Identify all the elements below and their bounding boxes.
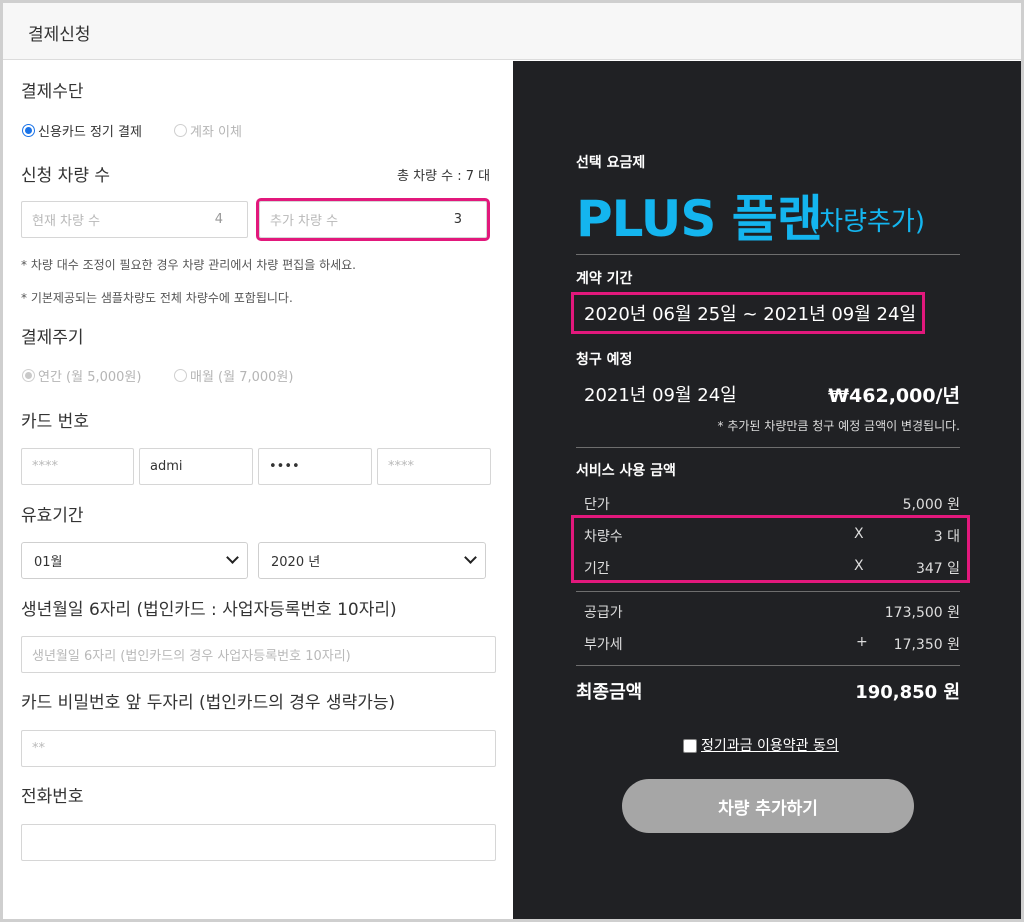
expiry-month-select[interactable]: 01월 <box>21 542 248 579</box>
billing-amount: ₩462,000/년 <box>828 385 960 407</box>
unit-price-label: 단가 <box>584 497 610 513</box>
radio-monthly[interactable]: 매월 (월 7,000원) <box>174 366 293 385</box>
summary-panel: 선택 요금제 PLUS 플랜 (차량추가) 계약 기간 2020년 06월 25… <box>513 61 1021 919</box>
usage-label: 서비스 사용 금액 <box>576 463 676 479</box>
chevron-down-icon <box>226 551 239 564</box>
card-number-field-1[interactable]: **** <box>21 448 134 485</box>
plan-label: 선택 요금제 <box>576 155 646 171</box>
total-label: 최종금액 <box>576 682 643 703</box>
billing-date: 2021년 09월 24일 <box>584 385 737 406</box>
vehicle-count-title: 신청 차량 수 <box>21 166 111 186</box>
billing-label: 청구 예정 <box>576 352 633 368</box>
radio-annual[interactable]: 연간 (월 5,000원) <box>22 366 141 385</box>
card-number-field-2[interactable]: admi <box>139 448 253 485</box>
birth-placeholder: 생년월일 6자리 (법인카드의 경우 사업자등록번호 10자리) <box>32 649 351 664</box>
birth-title: 생년월일 6자리 (법인카드 : 사업자등록번호 10자리) <box>21 600 397 620</box>
current-vehicle-field[interactable]: 현재 차량 수 4 <box>21 201 248 238</box>
radio-selected-icon <box>22 369 35 382</box>
unit-price-value: 5,000 원 <box>902 497 960 513</box>
vat-value: 17,350 원 <box>893 637 960 653</box>
phone-field[interactable] <box>21 824 496 861</box>
current-vehicle-placeholder: 현재 차량 수 <box>32 214 101 229</box>
supply-price-label: 공급가 <box>584 605 623 621</box>
added-vehicle-value: 3 <box>453 212 462 227</box>
radio-credit-card[interactable]: 신용카드 정기 결제 <box>22 121 142 140</box>
plan-name: PLUS 플랜 <box>576 190 823 248</box>
current-vehicle-value: 4 <box>214 212 223 227</box>
expiry-month-value: 01월 <box>34 555 63 570</box>
expiry-year-select[interactable]: 2020 년 <box>258 542 486 579</box>
agree-terms-link[interactable]: 정기과금 이용약관 동의 <box>701 735 839 755</box>
radio-unselected-icon <box>174 369 187 382</box>
divider <box>576 447 960 448</box>
duration-value: 347 일 <box>915 561 960 577</box>
radio-credit-card-label: 신용카드 정기 결제 <box>38 125 142 140</box>
billing-cycle-title: 결제주기 <box>21 328 84 348</box>
payment-form: 결제수단 신용카드 정기 결제 계좌 이체 신청 차량 수 총 차량 수 : 7… <box>3 61 513 919</box>
radio-monthly-label: 매월 (월 7,000원) <box>190 370 294 385</box>
vehicle-note-2: * 기본제공되는 샘플차량도 전체 차량수에 포함됩니다. <box>21 291 293 305</box>
agree-checkbox[interactable] <box>683 739 697 753</box>
total-value: 190,850 원 <box>855 682 960 703</box>
supply-price-value: 173,500 원 <box>884 605 960 621</box>
page-title: 결제신청 <box>28 25 91 45</box>
password-field[interactable]: ** <box>21 730 496 767</box>
radio-bank-transfer[interactable]: 계좌 이체 <box>174 121 242 140</box>
card-number-field-3[interactable]: •••• <box>258 448 372 485</box>
added-vehicle-placeholder: 추가 차량 수 <box>270 214 339 229</box>
expiry-title: 유효기간 <box>21 506 84 526</box>
birth-field[interactable]: 생년월일 6자리 (법인카드의 경우 사업자등록번호 10자리) <box>21 636 496 673</box>
radio-bank-transfer-label: 계좌 이체 <box>190 125 242 140</box>
vehicle-note-1: * 차량 대수 조정이 필요한 경우 차량 관리에서 차량 편집을 하세요. <box>21 258 357 272</box>
contract-period: 2020년 06월 25일 ~ 2021년 09월 24일 <box>571 292 925 334</box>
divider <box>576 254 960 255</box>
chevron-down-icon <box>464 551 477 564</box>
password-title: 카드 비밀번호 앞 두자리 (법인카드의 경우 생략가능) <box>21 693 396 713</box>
payment-method-title: 결제수단 <box>21 82 84 102</box>
plan-subtitle: (차량추가) <box>809 207 925 237</box>
radio-selected-icon <box>22 124 35 137</box>
divider <box>576 665 960 666</box>
password-placeholder: ** <box>32 741 45 756</box>
add-vehicle-button[interactable]: 차량 추가하기 <box>622 779 914 833</box>
vehicle-count-label: 차량수 <box>584 529 623 545</box>
vat-label: 부가세 <box>584 637 623 653</box>
billing-note: * 추가된 차량만큼 청구 예정 금액이 변경됩니다. <box>717 419 960 433</box>
added-vehicle-field[interactable]: 추가 차량 수 3 <box>256 198 490 241</box>
card-number-title: 카드 번호 <box>21 412 89 432</box>
card-number-field-4[interactable]: **** <box>377 448 491 485</box>
divider <box>576 591 960 592</box>
vehicle-count-value: 3 대 <box>933 529 960 545</box>
radio-annual-label: 연간 (월 5,000원) <box>38 370 142 385</box>
header-bar: 결제신청 <box>3 3 1021 60</box>
phone-title: 전화번호 <box>21 787 84 807</box>
expiry-year-value: 2020 년 <box>271 555 321 570</box>
total-vehicle-count: 총 차량 수 : 7 대 <box>397 169 491 184</box>
period-label: 계약 기간 <box>576 271 633 287</box>
duration-label: 기간 <box>584 561 610 577</box>
radio-unselected-icon <box>174 124 187 137</box>
